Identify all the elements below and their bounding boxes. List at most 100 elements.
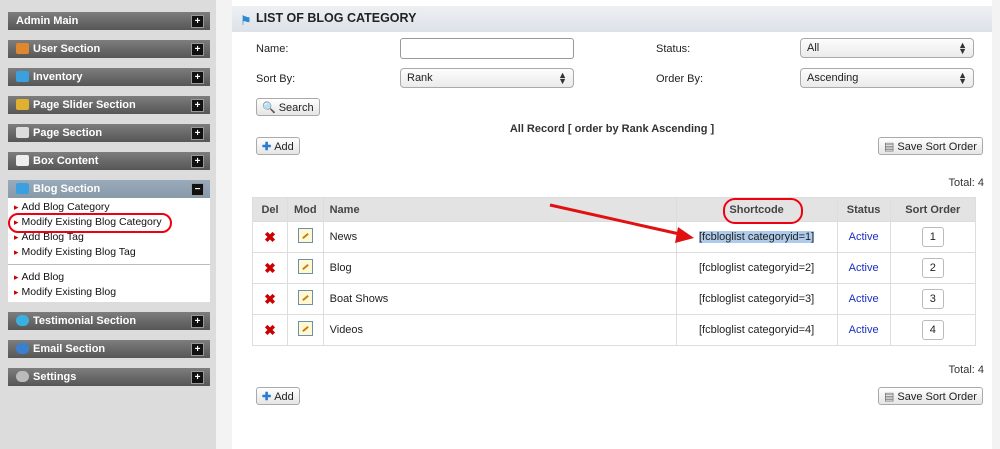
select-arrows-icon: ▲ ▼ xyxy=(958,70,967,86)
section-label: Page Section xyxy=(33,127,103,139)
search-button-label: Search xyxy=(278,102,314,114)
table-row: ✖ News [fcbloglist categoryid=1] Active … xyxy=(252,221,977,253)
col-mod: Mod xyxy=(287,197,324,222)
delete-icon[interactable]: ✖ xyxy=(252,252,288,284)
slider-icon xyxy=(16,99,29,110)
sort-order-input[interactable]: 3 xyxy=(921,289,944,309)
sidebar-section-email[interactable]: Email Section + xyxy=(8,340,210,358)
edit-icon[interactable] xyxy=(287,221,324,253)
table-row: ✖ Blog [fcbloglist categoryid=2] Active … xyxy=(252,252,977,284)
col-del: Del xyxy=(252,197,288,222)
add-button[interactable]: ✚ Add xyxy=(256,137,300,155)
table-row: ✖ Videos [fcbloglist categoryid=4] Activ… xyxy=(252,314,977,346)
row-name: Boat Shows xyxy=(322,283,677,315)
edit-icon[interactable] xyxy=(287,283,324,315)
shortcode-text[interactable]: [fcbloglist categoryid=1] xyxy=(698,231,815,243)
sidebar-section-blog[interactable]: Blog Section − xyxy=(8,180,210,198)
expand-icon[interactable]: + xyxy=(191,155,204,168)
section-label: Admin Main xyxy=(16,15,79,27)
row-name: News xyxy=(322,221,677,253)
expand-icon[interactable]: + xyxy=(191,315,204,328)
save-icon: ▤ xyxy=(884,141,895,153)
expand-icon[interactable]: + xyxy=(191,71,204,84)
search-button[interactable]: 🔍 Search xyxy=(256,98,320,116)
shortcode-highlight-ring xyxy=(723,198,803,224)
table-header-row: Del Mod Name Shortcode Status Sort Order xyxy=(252,197,977,222)
order-by-select[interactable]: Ascending ▲ ▼ xyxy=(800,68,974,88)
sidebar-section-page[interactable]: Page Section + xyxy=(8,124,210,142)
sidebar-section-box-content[interactable]: Box Content + xyxy=(8,152,210,170)
add-button-bottom[interactable]: ✚ Add xyxy=(256,387,300,405)
users-icon xyxy=(16,43,29,54)
edit-icon[interactable] xyxy=(287,314,324,346)
sort-by-select[interactable]: Rank ▲ ▼ xyxy=(400,68,574,88)
title-bar: ⚑ LIST OF BLOG CATEGORY xyxy=(232,6,992,32)
edit-icon[interactable] xyxy=(287,252,324,284)
save-sort-order-button-bottom[interactable]: ▤ Save Sort Order xyxy=(878,387,983,405)
link-modify-blog-tag[interactable]: Modify Existing Blog Tag xyxy=(14,246,136,259)
page-title: LIST OF BLOG CATEGORY xyxy=(256,11,417,25)
save-sort-order-button[interactable]: ▤ Save Sort Order xyxy=(878,137,983,155)
total-count: Total: 4 xyxy=(948,177,984,189)
row-sort-order: 4 xyxy=(889,314,977,346)
expand-icon[interactable]: + xyxy=(191,99,204,112)
row-shortcode: [fcbloglist categoryid=2] xyxy=(675,252,838,284)
section-label: Blog Section xyxy=(33,183,101,195)
expand-icon[interactable]: + xyxy=(191,15,204,28)
megaphone-icon xyxy=(16,183,29,194)
main-panel: ⚑ LIST OF BLOG CATEGORY Name: Status: Al… xyxy=(232,0,992,449)
section-label: Page Slider Section xyxy=(33,99,136,111)
link-modify-blog[interactable]: Modify Existing Blog xyxy=(14,286,117,299)
section-label: User Section xyxy=(33,43,101,55)
row-sort-order: 1 xyxy=(889,221,977,253)
category-table: Del Mod Name Shortcode Status Sort Order… xyxy=(252,197,977,346)
total-count-bottom: Total: 4 xyxy=(948,364,984,376)
expand-icon[interactable]: + xyxy=(191,343,204,356)
row-status[interactable]: Active xyxy=(836,314,891,346)
sort-order-input[interactable]: 4 xyxy=(921,320,944,340)
status-select[interactable]: All ▲ ▼ xyxy=(800,38,974,58)
delete-icon[interactable]: ✖ xyxy=(252,221,288,253)
expand-icon[interactable]: + xyxy=(191,371,204,384)
delete-icon[interactable]: ✖ xyxy=(252,314,288,346)
sidebar-section-user[interactable]: User Section + xyxy=(8,40,210,58)
name-input[interactable] xyxy=(400,38,574,59)
table-row: ✖ Boat Shows [fcbloglist categoryid=3] A… xyxy=(252,283,977,315)
row-status[interactable]: Active xyxy=(836,283,891,315)
row-shortcode: [fcbloglist categoryid=4] xyxy=(675,314,838,346)
row-status[interactable]: Active xyxy=(836,252,891,284)
expand-icon[interactable]: + xyxy=(191,127,204,140)
name-label: Name: xyxy=(256,43,289,55)
add-icon: ✚ xyxy=(262,141,272,153)
sidebar-section-page-slider[interactable]: Page Slider Section + xyxy=(8,96,210,114)
sidebar-section-admin-main[interactable]: Admin Main + xyxy=(8,12,210,30)
delete-icon[interactable]: ✖ xyxy=(252,283,288,315)
add-button-label: Add xyxy=(274,141,294,153)
submenu-divider xyxy=(8,264,210,265)
record-info: All Record [ order by Rank Ascending ] xyxy=(509,123,715,135)
sidebar-section-testimonial[interactable]: Testimonial Section + xyxy=(8,312,210,330)
col-sort-order: Sort Order xyxy=(889,197,977,222)
section-label: Settings xyxy=(33,371,77,383)
sort-order-input[interactable]: 2 xyxy=(921,258,944,278)
save-icon: ▤ xyxy=(884,391,895,403)
expand-icon[interactable]: + xyxy=(191,43,204,56)
section-label: Testimonial Section xyxy=(33,315,137,327)
email-icon xyxy=(16,343,29,354)
row-shortcode: [fcbloglist categoryid=1] xyxy=(675,221,838,253)
row-status[interactable]: Active xyxy=(836,221,891,253)
collapse-icon[interactable]: − xyxy=(191,183,204,196)
inventory-icon xyxy=(16,71,29,82)
sort-order-input[interactable]: 1 xyxy=(921,227,944,247)
row-name: Videos xyxy=(322,314,677,346)
sidebar-section-inventory[interactable]: Inventory + xyxy=(8,68,210,86)
save-sort-label: Save Sort Order xyxy=(897,141,977,153)
box-icon xyxy=(16,155,29,166)
megaphone-icon: ⚑ xyxy=(240,13,252,28)
status-label: Status: xyxy=(656,43,691,55)
testimonial-icon xyxy=(16,315,29,326)
link-add-blog[interactable]: Add Blog xyxy=(14,271,65,284)
section-label: Email Section xyxy=(33,343,106,355)
row-shortcode: [fcbloglist categoryid=3] xyxy=(675,283,838,315)
sidebar-section-settings[interactable]: Settings + xyxy=(8,368,210,386)
